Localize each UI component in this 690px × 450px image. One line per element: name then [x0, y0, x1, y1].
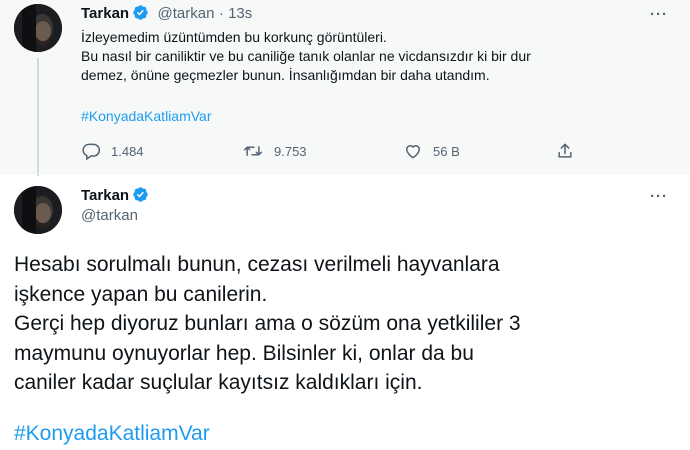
like-count: 56 B — [433, 143, 460, 159]
tweet-text-line: demez, önüne geçmezler bunun. İnsanlığım… — [81, 67, 490, 83]
tweet-text-line: Bu nasıl bir caniliktir ve bu caniliğe t… — [81, 48, 531, 64]
tweet-text: Hesabı sorulmalı bunun, cezası verilmeli… — [14, 250, 684, 398]
avatar-photo-icon — [14, 186, 62, 234]
tweet-text-line: Hesabı sorulmalı bunun, cezası verilmeli… — [14, 253, 500, 276]
hashtag-link[interactable]: #KonyadaKatliamVar — [81, 108, 211, 124]
author-handle[interactable]: @tarkan — [81, 207, 138, 224]
more-icon[interactable]: ··· — [650, 188, 668, 205]
tweet-actions: 1.484 9.753 56 B — [0, 141, 690, 163]
like-icon — [405, 145, 421, 159]
verified-badge-icon — [132, 186, 149, 208]
share-button[interactable] — [555, 141, 585, 161]
avatar-photo-icon — [14, 4, 62, 52]
tweet-parent[interactable]: Tarkan @tarkan · 13s ··· İzleyemedim üzü… — [0, 0, 690, 176]
more-icon[interactable]: ··· — [650, 6, 668, 23]
hashtag-link[interactable]: #KonyadaKatliamVar — [14, 422, 210, 446]
share-icon — [558, 143, 572, 158]
avatar[interactable] — [14, 4, 62, 52]
like-button[interactable]: 56 B — [403, 141, 460, 161]
tweet-text-line: işkence yapan bu canilerin. — [14, 282, 268, 306]
reply-count: 1.484 — [111, 143, 144, 159]
reply-button[interactable]: 1.484 — [81, 141, 144, 161]
tweet-divider — [0, 173, 690, 174]
reply-icon — [82, 143, 101, 161]
retweet-button[interactable]: 9.753 — [242, 141, 307, 161]
tweet-text-line: İzleyemedim üzüntümden bu korkunç görünt… — [81, 29, 387, 45]
avatar[interactable] — [14, 186, 62, 234]
tweet-text-line: caniler kadar suçlular kayıtsız kaldıkla… — [14, 371, 423, 394]
retweet-icon — [243, 146, 263, 156]
retweet-count: 9.753 — [274, 143, 307, 159]
tweet-text-line: Gerçi hep diyoruz bunları ama o sözüm on… — [14, 312, 521, 335]
author-handle[interactable]: @tarkan — [158, 5, 215, 22]
tweet-text: İzleyemedim üzüntümden bu korkunç görünt… — [81, 28, 671, 85]
tweet-header: Tarkan — [81, 186, 149, 208]
tweet-timestamp[interactable]: · 13s — [219, 5, 252, 22]
author-name[interactable]: Tarkan — [81, 5, 129, 22]
tweet-header: Tarkan @tarkan · 13s — [81, 4, 252, 26]
verified-badge-icon — [132, 4, 149, 26]
author-name[interactable]: Tarkan — [81, 187, 129, 204]
tweet-text-line: maymunu oynuyorlar hep. Bilsinler ki, on… — [14, 341, 474, 365]
